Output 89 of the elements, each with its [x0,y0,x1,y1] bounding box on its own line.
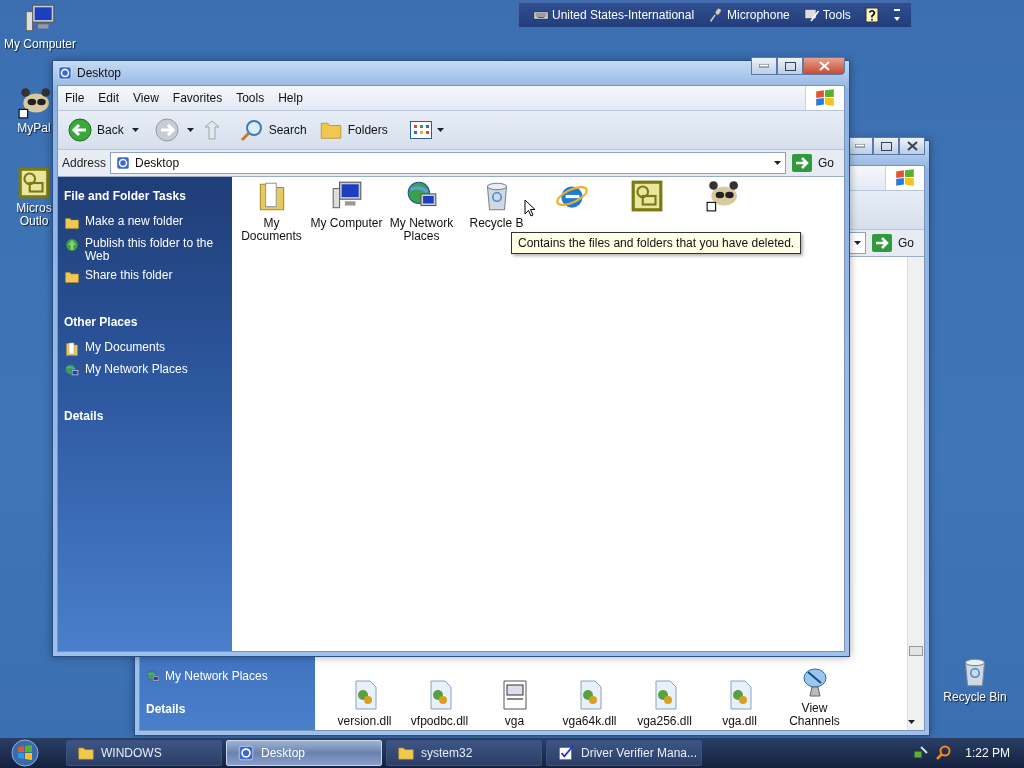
folder-icon [64,215,80,231]
windows-logo [814,87,836,109]
caret-icon [186,128,194,132]
folder-icon [77,744,95,762]
section-title: File and Folder Tasks [64,189,187,203]
folder-document-icon [64,341,80,357]
icon-label: My Documents [241,217,302,243]
icon-label: vga64k.dll [562,715,617,728]
icon-label: Recycle B [469,217,524,230]
menu-item[interactable]: Help [271,86,310,110]
help-icon[interactable] [864,7,879,23]
section-title: Details [146,702,187,716]
icon-label: vga [504,715,525,728]
section-title: Details [64,409,105,423]
clock-envelope-icon [17,166,51,200]
taskbar-button[interactable]: Desktop [226,740,382,766]
back-button[interactable]: Back [64,116,128,144]
scrollbar[interactable] [907,257,924,730]
raccoon-icon [17,86,51,120]
menu-item[interactable]: View [126,86,166,110]
icon-label: vfpodbc.dll [410,715,469,728]
icon-label: MyPal [17,122,51,135]
tooltip: Contains the files and folders that you have deleted. [511,232,802,254]
section-title: Other Places [64,315,139,329]
close-icon [906,141,918,151]
maximize-button[interactable] [777,57,803,75]
search-icon [239,118,264,142]
scroll-down-icon [908,720,915,724]
folder-icon [64,269,80,285]
icon-label: Recycle Bin [943,691,1007,704]
language-bar-button[interactable]: Microphone [708,7,790,23]
icon-label: My Network Places [389,217,454,243]
caret-icon [131,128,139,132]
microphone-icon [708,7,725,23]
sidebar-link[interactable]: My Documents [64,341,226,357]
search-button[interactable]: Search [235,116,311,144]
icon-label: Micros Outlo [16,202,52,228]
icon-label: My Computer [310,217,383,230]
folders-button[interactable]: Folders [314,116,392,144]
menu-item[interactable]: Edit [91,86,127,110]
taskbar-button[interactable]: Driver Verifier Mana... [546,740,702,766]
search-icon[interactable] [935,745,952,761]
sidebar-link[interactable]: My Network Places [64,363,226,379]
mouse-pointer-icon [524,199,536,218]
close-icon [818,61,830,71]
caret-icon [436,128,444,132]
icon-label: version.dll [337,715,392,728]
taskbar-button[interactable]: WINDOWS [66,740,222,766]
go-button[interactable]: Go [790,154,840,172]
minimize-arrows-icon[interactable] [892,7,901,23]
windows-logo [894,167,916,189]
icon-label: vga256.dll [637,715,692,728]
folder-icon [397,744,415,762]
icon-label: vga.dll [722,715,757,728]
sidebar-link[interactable]: Make a new folder [64,215,226,231]
minimize-icon [855,144,865,148]
taskbar-button[interactable]: system32 [386,740,542,766]
globe-computer-icon [146,670,160,684]
menu-item[interactable]: Tools [229,86,272,110]
minimize-icon [759,64,769,68]
go-arrow-icon [872,234,892,252]
clock-envelope-icon [629,179,664,213]
window-title: Desktop [77,66,123,80]
sidebar-link[interactable]: My Network Places [146,670,309,684]
maximize-icon [880,141,892,151]
clock: 1:22 PM [965,746,1010,760]
maximize-button[interactable] [873,137,899,155]
dropdown-caret-icon [854,241,861,245]
scrollbar-thumb[interactable] [909,646,923,656]
icon-label: View Channels [789,702,840,728]
icon-label: My Computer [4,38,76,51]
go-button[interactable]: Go [870,234,920,252]
address-field[interactable]: Desktop [110,152,786,174]
views-grid-icon [409,121,432,139]
menu-item[interactable]: File [58,86,92,110]
language-bar-button[interactable]: Tools [803,7,851,23]
language-bar-button[interactable]: United States-International [533,7,695,23]
globe-computer-icon [64,363,80,379]
sidebar-link[interactable]: Publish this folder to the Web [64,237,226,263]
sidebar-link[interactable]: Share this folder [64,269,226,285]
maximize-icon [784,61,796,71]
close-button[interactable] [803,57,845,75]
minimize-button[interactable] [751,57,777,75]
windows-orb-icon [10,739,40,767]
go-arrow-icon [792,154,812,172]
menu-item[interactable]: Favorites [165,86,230,110]
address-label: Address [62,156,107,170]
close-button[interactable] [899,137,925,155]
start-button[interactable] [8,739,42,767]
